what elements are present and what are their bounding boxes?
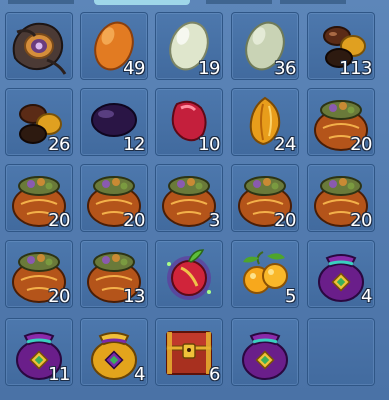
quantity-label: 5 [285,286,296,307]
inventory-slot-1[interactable] [5,12,73,80]
inventory-slot-7[interactable]: 12 [80,88,148,156]
quantity-label: 12 [123,134,145,155]
inventory-slot-20[interactable]: 4 [307,240,375,308]
quantity-label: 20 [123,210,145,231]
amulet-icon [12,22,67,75]
quantity-label: 11 [48,364,70,385]
inventory-slot-21[interactable]: 11 [5,318,73,386]
tab-edge[interactable] [8,0,74,4]
quantity-label: 3 [209,210,220,231]
inventory-slot-5[interactable]: 113 [307,12,375,80]
quantity-label: 49 [123,58,145,79]
magic-fruit-icon [167,249,211,300]
tab-edge-active[interactable] [94,0,190,5]
inventory-slot-13[interactable]: 3 [155,164,223,232]
inventory-slot-22[interactable]: 4 [80,318,148,386]
inventory-slot-15[interactable]: 20 [307,164,375,232]
inventory-slot-16[interactable]: 20 [5,240,73,308]
inventory-slot-19[interactable]: 5 [231,240,299,308]
quantity-label: 4 [134,364,145,385]
quantity-label: 26 [48,134,70,155]
inventory-slot-11[interactable]: 20 [5,164,73,232]
quantity-label: 20 [48,210,70,231]
tab-edge[interactable] [280,0,346,4]
inventory-panel: 49 19 36 113 26 12 10 24 20 20 20 3 20 2… [0,0,389,400]
inventory-slot-empty[interactable] [307,318,375,386]
inventory-slot-17[interactable]: 13 [80,240,148,308]
quantity-label: 20 [350,210,372,231]
inventory-slot-8[interactable]: 10 [155,88,223,156]
tab-strip [0,0,389,9]
quantity-label: 24 [274,134,296,155]
inventory-slot-4[interactable]: 36 [231,12,299,80]
inventory-slot-10[interactable]: 20 [307,88,375,156]
tab-edge[interactable] [206,0,272,4]
quantity-label: 20 [274,210,296,231]
inventory-slot-9[interactable]: 24 [231,88,299,156]
inventory-slot-2[interactable]: 49 [80,12,148,80]
quantity-label: 20 [350,134,372,155]
quantity-label: 4 [361,286,372,307]
inventory-slot-12[interactable]: 20 [80,164,148,232]
inventory-slot-6[interactable]: 26 [5,88,73,156]
quantity-label: 36 [274,58,296,79]
quantity-label: 113 [339,58,372,79]
quantity-label: 6 [209,364,220,385]
inventory-slot-3[interactable]: 19 [155,12,223,80]
inventory-slot-14[interactable]: 20 [231,164,299,232]
quantity-label: 19 [198,58,220,79]
inventory-slot-18[interactable] [155,240,223,308]
quantity-label: 13 [123,286,145,307]
inventory-slot-24[interactable] [231,318,299,386]
purple-pouch-icon [242,332,288,380]
inventory-slot-23[interactable]: 6 [155,318,223,386]
quantity-label: 20 [48,286,70,307]
quantity-label: 10 [198,134,220,155]
